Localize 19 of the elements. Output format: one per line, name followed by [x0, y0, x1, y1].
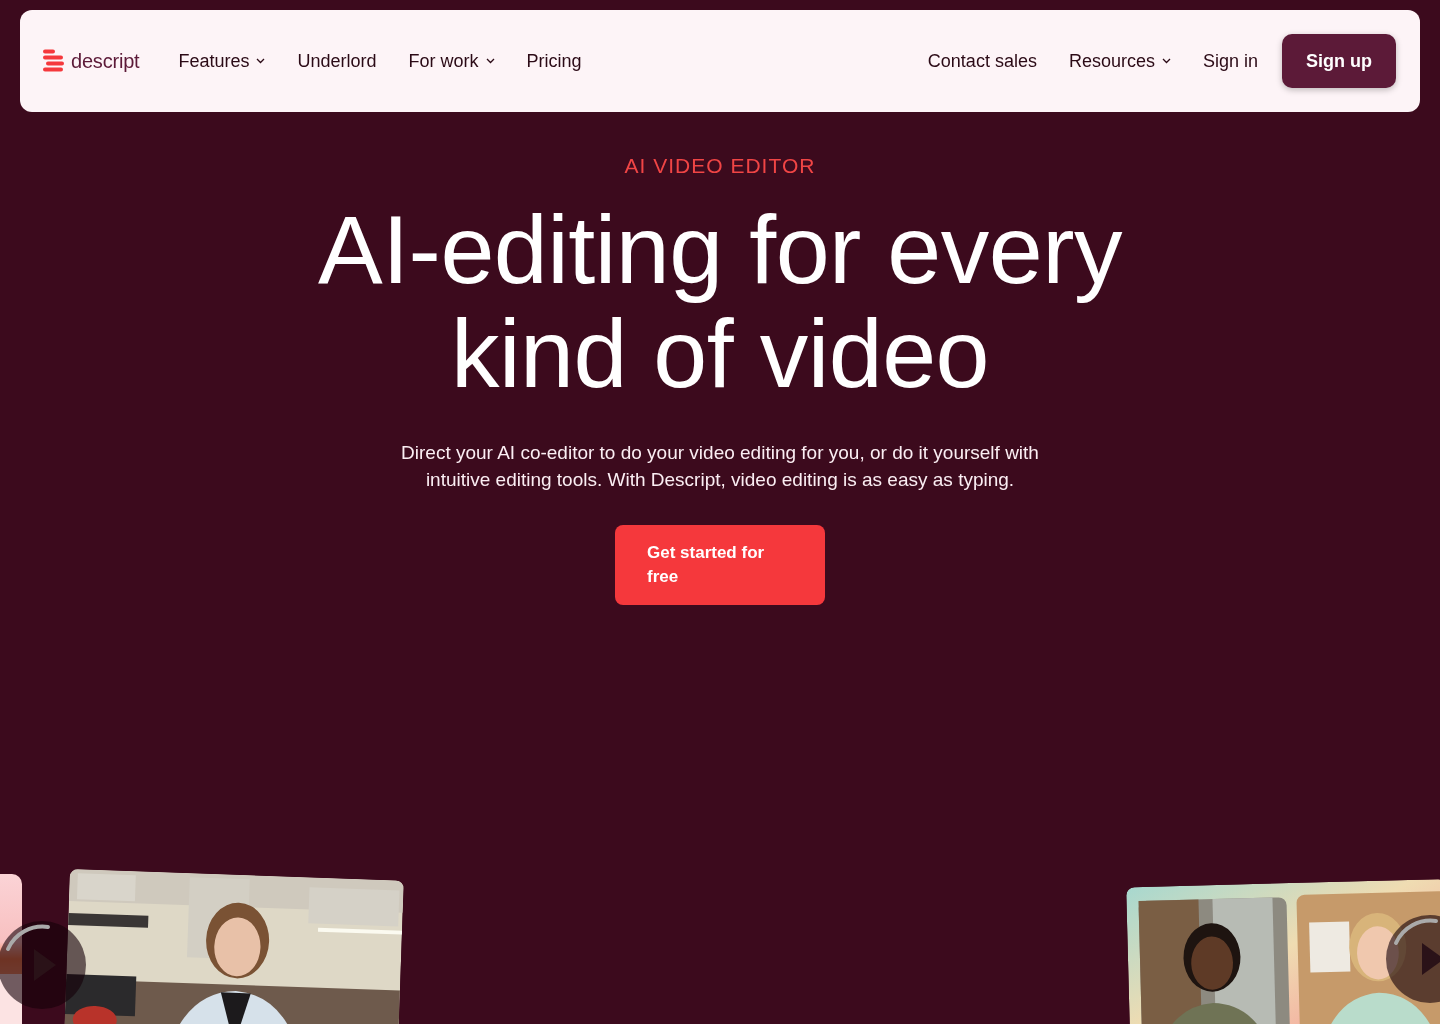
play-button[interactable] — [0, 921, 86, 1009]
chevron-down-icon — [1161, 58, 1171, 64]
logo[interactable]: descript — [43, 49, 140, 73]
nav-link[interactable]: Features — [178, 50, 266, 72]
logo-icon — [43, 49, 65, 73]
chevron-down-icon — [485, 58, 495, 64]
nav-link[interactable]: Pricing — [526, 50, 582, 72]
hero-headline: AI-editing for every kind of video — [316, 198, 1124, 406]
chevron-down-icon — [256, 58, 266, 64]
nav-link[interactable]: Resources — [1068, 50, 1171, 72]
get-started-button[interactable]: Get started for free — [615, 525, 825, 605]
eyebrow-label: AI VIDEO EDITOR — [624, 154, 816, 178]
logo-text: descript — [71, 49, 140, 73]
nav-link[interactable]: Underlord — [297, 50, 377, 72]
nav-link[interactable]: Sign in — [1202, 50, 1258, 72]
nav-link[interactable]: Contact sales — [927, 50, 1037, 72]
nav-link[interactable]: For work — [408, 50, 495, 72]
sign-up-button[interactable]: Sign up — [1282, 34, 1396, 88]
hero-description: Direct your AI co-editor to do your video editing for you, or do it yourself with intuitive editing tools. With Descript, video editing is as easy as typing. — [400, 441, 1040, 492]
